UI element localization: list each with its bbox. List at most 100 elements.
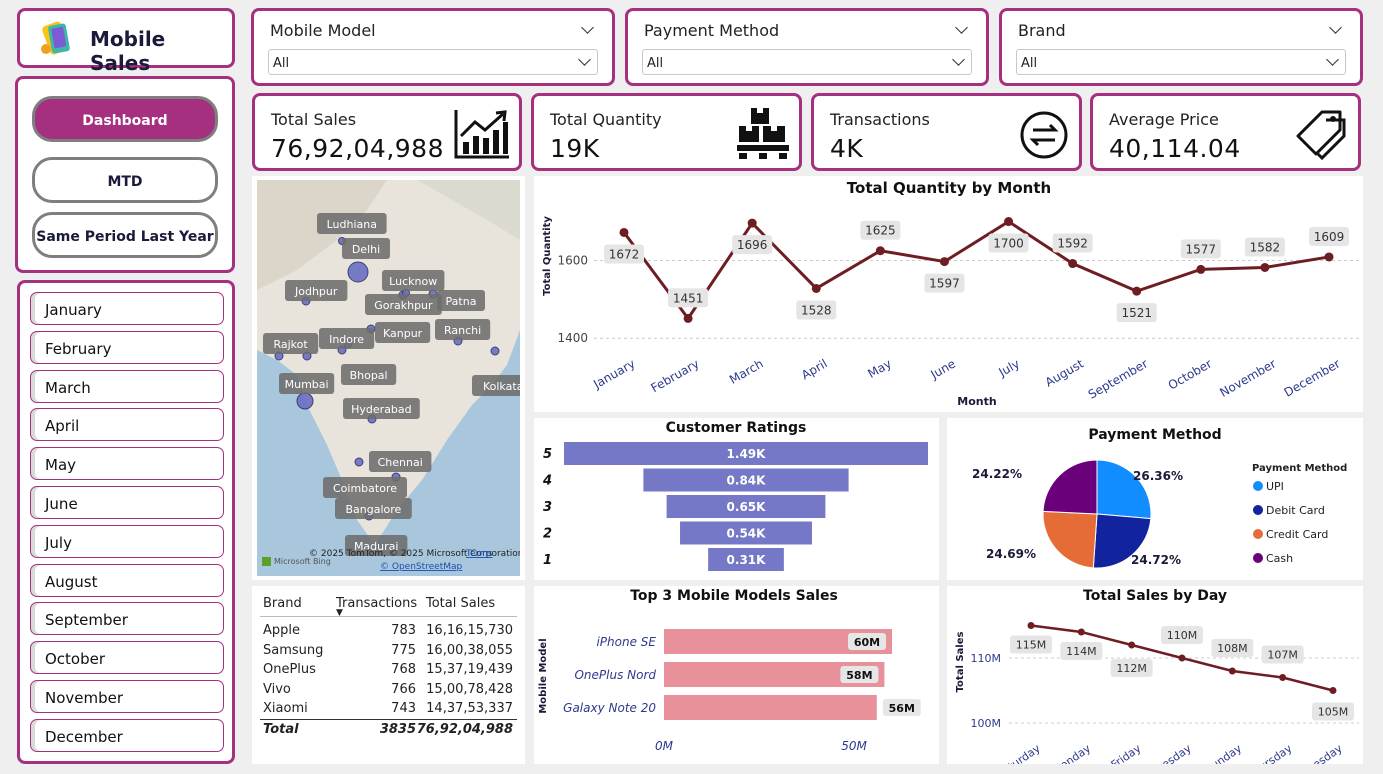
bar-galaxy-note-20 [664,695,877,720]
y-tick-label: 1600 [557,253,588,267]
city-label-indore: Indore [329,333,364,346]
kpi-label: Average Price [1109,110,1219,129]
data-label: 1609 [1314,230,1345,244]
month-item-may[interactable]: May [30,447,224,481]
mobile-model-dropdown[interactable]: All [268,49,598,75]
x-tick-label: 50M [841,739,867,753]
data-label: 1592 [1057,237,1088,251]
table-cell-brand: Xiaomi [263,701,308,716]
table-cell-brand: Vivo [263,681,291,697]
month-item-january[interactable]: January [30,292,224,325]
kpi-label: Transactions [830,110,930,129]
customer-ratings-card: Customer Ratings 1.49K 5 0.84K 4 0.65K 3 0.54K 2… [534,418,939,580]
month-item-july[interactable]: July [30,524,224,558]
table-header-divider [260,616,517,617]
city-label-ludhiana: Ludhiana [327,218,377,231]
month-item-december[interactable]: December [30,718,224,752]
slice-label: 26.36% [1133,469,1183,483]
legend-item-upi: UPI [1266,480,1284,493]
data-point [1178,654,1186,662]
data-label: 1582 [1250,240,1281,254]
month-item-september[interactable]: September [30,602,224,636]
x-tick-label: Wednesday [1285,742,1345,764]
kpi-label: Total Quantity [550,110,662,129]
category-label: 2 [543,527,552,542]
payment-method-dropdown[interactable]: All [642,49,972,75]
bing-logo-icon [262,557,271,566]
bar-label: 0.31K [727,553,767,567]
x-tick-label: February [649,356,702,395]
x-tick-label: Sunday [1203,742,1245,764]
data-point [1077,628,1085,636]
data-point [1228,667,1236,675]
chart-title: Total Quantity by Month [847,179,1051,197]
city-label-kanpur: Kanpur [383,327,423,340]
category-label: OnePlus Nord [574,668,656,682]
map-bubble [354,457,364,467]
brand-filter[interactable]: Brand All [999,8,1363,86]
table-header-brand[interactable]: Brand [263,596,302,611]
table-cell-transactions: 766 [391,681,416,697]
data-point [875,246,885,256]
table-cell-transactions: 775 [391,642,416,658]
month-item-june[interactable]: June [30,486,224,519]
table-header-total-sales[interactable]: Total Sales [426,596,495,611]
month-item-april[interactable]: April [30,408,224,442]
city-map[interactable]: Ludhiana Delhi Jodhpur Lucknow Patna Gorakhpu… [252,176,525,580]
x-tick-label: Monday [1050,742,1093,764]
mtd-button[interactable]: MTD [32,157,218,203]
month-item-august[interactable]: August [30,563,224,597]
sales-by-day-card: Total Sales by Day 100M 110M Total Sales 115… [947,586,1363,764]
city-label-jodhpur: Jodhpur [294,285,338,298]
legend-marker [1253,481,1263,491]
table-cell-transactions: 743 [391,701,416,716]
legend-marker [1253,505,1263,515]
series-line [622,219,1330,321]
data-point [811,283,821,293]
x-tick-label: Saturday [995,742,1043,764]
chevron-down-icon [581,21,594,34]
data-point [747,218,757,228]
bar-label: 0.84K [727,474,767,488]
month-item-february[interactable]: February [30,330,224,364]
same-period-last-year-button[interactable]: Same Period Last Year [32,212,218,258]
x-axis-label: Month [957,395,996,408]
data-label: 1696 [737,238,768,252]
city-label-hyderabad: Hyderabad [351,403,412,416]
table-cell-brand: OnePlus [263,662,316,677]
city-label-lucknow: Lucknow [389,275,437,288]
brand-dropdown[interactable]: All [1016,49,1346,75]
chevron-down-icon [952,53,965,66]
city-label-delhi: Delhi [352,243,380,256]
data-point [1324,252,1334,262]
x-tick-label: November [1217,356,1278,399]
month-item-march[interactable]: March [30,369,224,403]
table-cell-transactions: 783 [391,623,416,638]
map-bubble [296,392,314,410]
table-cell-total-sales: 14,37,53,337 [426,701,513,716]
filter-label: Payment Method [644,21,780,40]
y-tick-label: 100M [971,717,1002,730]
x-tick-label: April [799,356,830,382]
month-item-november[interactable]: November [30,680,224,713]
data-label: 56M [889,702,915,715]
chart-growth-icon [454,110,509,159]
city-label-ranchi: Ranchi [444,324,481,337]
mobile-model-filter[interactable]: Mobile Model All [251,8,615,86]
pie-slice-cash [1042,459,1098,515]
month-item-october[interactable]: October [30,641,224,675]
table-header-transactions[interactable]: Transactions [336,596,417,611]
x-tick-label: October [1166,356,1215,392]
x-tick-label: August [1043,356,1087,389]
city-label-kolkata: Kolkata [483,380,520,393]
payment-method-filter[interactable]: Payment Method All [625,8,989,86]
boxes-icon [737,108,789,159]
table-cell-total-sales: 15,00,78,428 [426,681,513,697]
map-visual[interactable]: Ludhiana Delhi Jodhpur Lucknow Patna Gorakhpu… [257,180,520,576]
kpi-average-price: Average Price 40,114.04 [1090,93,1361,171]
bar-label: 1.49K [727,447,767,461]
table-cell-total-sales: 16,00,38,055 [426,642,513,658]
data-label: 1672 [609,247,640,261]
kpi-value: 40,114.04 [1109,134,1241,163]
dashboard-button[interactable]: Dashboard [32,96,218,142]
